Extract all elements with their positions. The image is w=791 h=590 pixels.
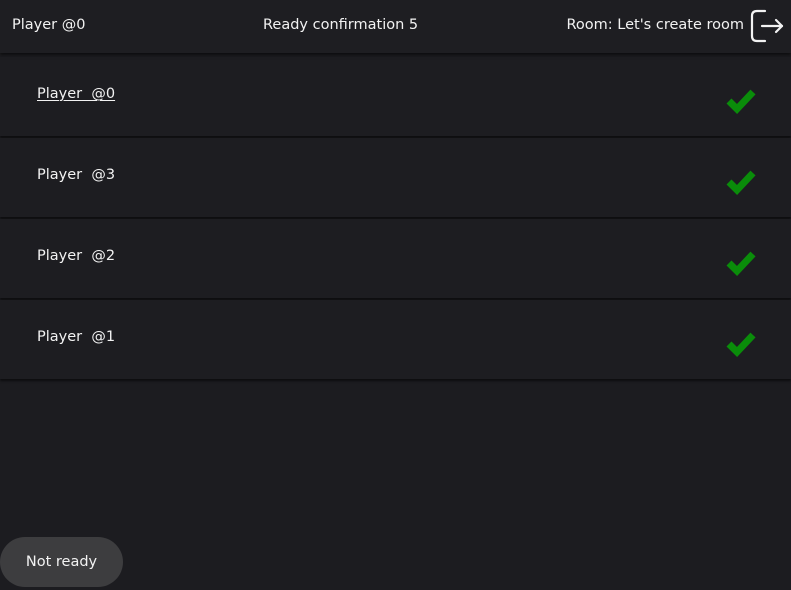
top-bar: Player @0 Ready confirmation 5 Room: Let… bbox=[0, 0, 791, 53]
checkmark-icon bbox=[726, 89, 756, 115]
player-row: Player @0 bbox=[0, 57, 791, 136]
player-row: Player @2 bbox=[0, 219, 791, 298]
current-player-label: Player @0 bbox=[12, 17, 86, 33]
player-list: Player @0 Player @3 Player @2 Player @1 bbox=[0, 57, 791, 381]
not-ready-button[interactable]: Not ready bbox=[0, 537, 123, 587]
player-name: Player @3 bbox=[37, 167, 116, 183]
checkmark-icon bbox=[726, 332, 756, 358]
exit-door-icon bbox=[750, 9, 784, 43]
room-name-label: Room: Let's create room bbox=[566, 17, 744, 33]
player-name[interactable]: Player @0 bbox=[37, 86, 115, 102]
exit-room-button[interactable] bbox=[749, 8, 785, 44]
player-row: Player @1 bbox=[0, 300, 791, 379]
player-row: Player @3 bbox=[0, 138, 791, 217]
checkmark-icon bbox=[726, 170, 756, 196]
player-name: Player @1 bbox=[37, 329, 116, 345]
player-name: Player @2 bbox=[37, 248, 116, 264]
ready-confirmation-label: Ready confirmation 5 bbox=[263, 17, 419, 33]
ready-room-screen: Player @0 Ready confirmation 5 Room: Let… bbox=[0, 0, 791, 590]
checkmark-icon bbox=[726, 251, 756, 277]
